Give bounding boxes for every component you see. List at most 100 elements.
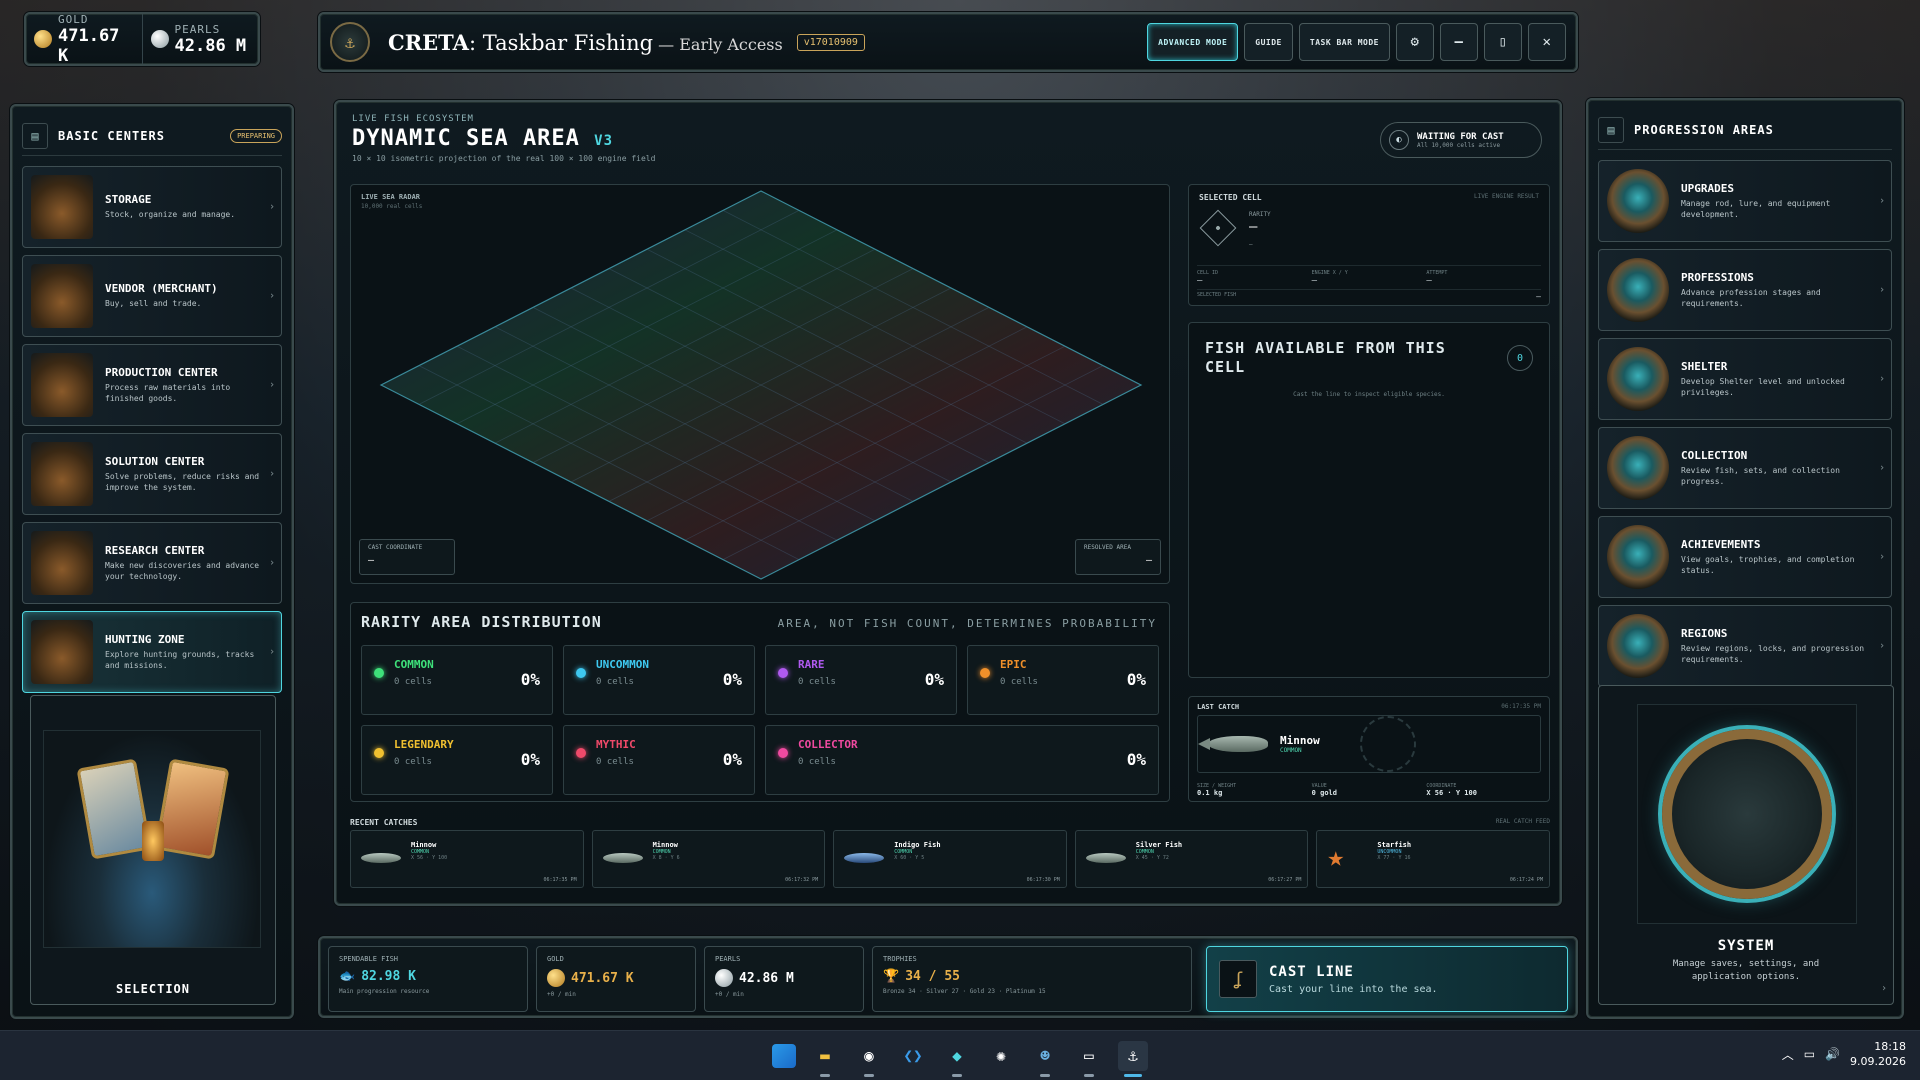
chatgpt-icon[interactable]: ✺ (986, 1041, 1016, 1071)
pearls-stat-value: 42.86 M (739, 970, 794, 986)
trophies-stat: TROPHIES 🏆 34 / 55 Bronze 34 · Silver 27 … (872, 946, 1192, 1012)
area-shelter[interactable]: SHELTER Develop Shelter level and unlocke… (1598, 338, 1892, 420)
wreath-icon (1359, 716, 1416, 772)
recent-catches-right: REAL CATCH FEED (1495, 818, 1550, 825)
rarity-percent: 0% (1126, 670, 1146, 689)
guide-button[interactable]: GUIDE (1244, 23, 1293, 61)
isometric-grid[interactable] (351, 185, 1170, 584)
selected-cell-panel: SELECTED CELL LIVE ENGINE RESULT RARITY … (1188, 184, 1550, 306)
area-regions[interactable]: REGIONS Review regions, locks, and progre… (1598, 605, 1892, 687)
rarity-name: COLLECTOR (798, 738, 858, 751)
cast-line-button[interactable]: ʆ CAST LINE Cast your line into the sea. (1206, 946, 1568, 1012)
preparing-badge: PREPARING (230, 128, 282, 143)
last-catch-title: LAST CATCH (1197, 703, 1240, 711)
panel-menu-icon: ▤ (22, 122, 48, 149)
sea-area-desc: 10 × 10 isometric projection of the real… (352, 154, 656, 163)
system-card[interactable]: SYSTEM Manage saves, settings, and appli… (1598, 685, 1894, 1005)
area-achievements[interactable]: ACHIEVEMENTS View goals, trophies, and co… (1598, 516, 1892, 598)
pearls-value: 42.86 M (174, 35, 247, 56)
rarity-distribution-note: AREA, NOT FISH COUNT, DETERMINES PROBABI… (777, 617, 1157, 630)
attempt-field: ATTEMPT — (1426, 270, 1448, 286)
rarity-name: UNCOMMON (596, 658, 649, 671)
center-name: PRODUCTION CENTER (105, 366, 218, 380)
center-storage[interactable]: STORAGE Stock, organize and manage. › (22, 166, 282, 248)
progression-areas-panel: ▤ PROGRESSION AREAS UPGRADES Manage rod, … (1586, 98, 1904, 1019)
godot-icon[interactable]: ☻ (1030, 1041, 1060, 1077)
center-name: VENDOR (MERCHANT) (105, 282, 218, 296)
rarity-dot-icon (778, 748, 788, 758)
center-production[interactable]: PRODUCTION CENTER Process raw materials i… (22, 344, 282, 426)
gold-coin-icon (547, 969, 565, 987)
status-sub: All 10,000 cells active (1417, 141, 1501, 149)
recent-catch-card[interactable]: Indigo Fish COMMON X 60 · Y 5 06:17:30 PM (833, 830, 1067, 888)
area-desc: Review regions, locks, and progression r… (1681, 644, 1865, 664)
rarity-percent: 0% (924, 670, 944, 689)
restore-icon[interactable]: ▯ (1484, 23, 1522, 61)
area-name: ACHIEVEMENTS (1681, 538, 1761, 552)
center-name: RESEARCH CENTER (105, 544, 205, 558)
network-icon[interactable]: ▭ (1804, 1047, 1815, 1061)
cast-coordinate-value: — (368, 555, 375, 566)
volume-icon[interactable]: 🔊 (1825, 1047, 1840, 1061)
selected-cell-right: LIVE ENGINE RESULT (1473, 193, 1539, 200)
area-upgrades[interactable]: UPGRADES Manage rod, lure, and equipment … (1598, 160, 1892, 242)
gold-value: 471.67 K (58, 25, 120, 66)
system-desc: Manage saves, settings, and application … (1672, 959, 1820, 982)
sea-area-panel: LIVE FISH ECOSYSTEM DYNAMIC SEA AREA V3 … (334, 100, 1562, 906)
chevron-right-icon: › (1880, 983, 1887, 994)
live-sea-radar[interactable]: LIVE SEA RADAR 10,000 real cells CAST CO… (350, 184, 1170, 584)
rarity-dot-icon (374, 668, 384, 678)
recent-catch-card[interactable]: Minnow COMMON X 8 · Y 6 06:17:32 PM (591, 830, 826, 888)
rarity-name: EPIC (1000, 658, 1027, 671)
app-icon[interactable]: ◆ (942, 1041, 972, 1077)
close-icon[interactable]: ✕ (1528, 23, 1566, 61)
resolved-area-value: — (1145, 555, 1152, 566)
area-professions[interactable]: PROFESSIONS Advance profession stages and… (1598, 249, 1892, 331)
minimize-icon[interactable]: – (1440, 23, 1478, 61)
area-collection[interactable]: COLLECTION Review fish, sets, and collect… (1598, 427, 1892, 509)
gold-stat-sub: +0 / min (547, 991, 576, 998)
chevron-right-icon: › (1878, 284, 1885, 296)
file-explorer-icon[interactable]: ▬ (810, 1041, 840, 1077)
steam-icon[interactable]: ◉ (854, 1041, 884, 1077)
chevron-up-icon[interactable]: ︿ (1782, 1046, 1794, 1063)
rarity-card-mythic: MYTHIC 0 cells 0% (563, 725, 755, 795)
task-bar-mode-button[interactable]: TASK BAR MODE (1298, 23, 1390, 61)
spendable-sub: Main progression resource (339, 988, 430, 995)
advanced-mode-button[interactable]: ADVANCED MODE (1147, 23, 1239, 61)
settings-icon[interactable]: ⚙ (1396, 23, 1434, 61)
windows-start-icon[interactable] (772, 1043, 796, 1068)
rarity-dot-icon (576, 748, 586, 758)
pearls-label: PEARLS (174, 22, 221, 36)
engine-xy-field: ENGINE X / Y — (1311, 270, 1348, 286)
terminal-icon[interactable]: ▭ (1074, 1041, 1104, 1077)
center-name: STORAGE (105, 193, 152, 207)
rarity-distribution-title: RARITY AREA DISTRIBUTION (361, 613, 602, 631)
basic-centers-title: BASIC CENTERS (58, 128, 165, 143)
area-desc: View goals, trophies, and completion sta… (1681, 555, 1855, 575)
area-name: SHELTER (1681, 360, 1728, 374)
recent-catch-card[interactable]: Silver Fish COMMON X 45 · Y 72 06:17:27 PM (1074, 830, 1309, 888)
catch-time: 06:17:30 PM (1026, 877, 1060, 883)
starfish-icon: ★ (1327, 840, 1345, 873)
vscode-icon[interactable]: ❮❯ (898, 1041, 928, 1071)
clock[interactable]: 18:18 9.09.2026 (1850, 1039, 1906, 1070)
last-catch-time: 06:17:35 PM (1501, 703, 1541, 710)
vendor-icon (31, 264, 93, 328)
rarity-name: MYTHIC (596, 738, 636, 751)
center-research[interactable]: RESEARCH CENTER Make new discoveries and … (22, 522, 282, 604)
clock-time: 18:18 (1874, 1040, 1906, 1053)
rarity-cells: 0 cells (1000, 677, 1038, 687)
center-solution[interactable]: SOLUTION CENTER Solve problems, reduce ri… (22, 433, 282, 515)
recent-catch-card[interactable]: Minnow COMMON X 56 · Y 100 06:17:35 PM (350, 830, 584, 888)
catch-name: Indigo Fish (894, 841, 941, 849)
fish-available-title: FISH AVAILABLE FROM THIS CELL (1205, 339, 1446, 376)
coordinate-field: COORDINATE X 56 · Y 100 (1426, 783, 1477, 797)
spendable-label: SPENDABLE FISH (339, 955, 399, 963)
center-name: HUNTING ZONE (105, 633, 185, 647)
center-hunting-zone[interactable]: HUNTING ZONE Explore hunting grounds, tra… (22, 611, 282, 693)
selection-card[interactable]: SELECTION (30, 695, 276, 1005)
center-vendor[interactable]: VENDOR (MERCHANT) Buy, sell and trade. › (22, 255, 282, 337)
recent-catch-card[interactable]: ★ Starfish UNCOMMON X 77 · Y 16 06:17:24 PM (1316, 830, 1550, 888)
creta-icon[interactable]: ⚓ (1118, 1040, 1148, 1077)
